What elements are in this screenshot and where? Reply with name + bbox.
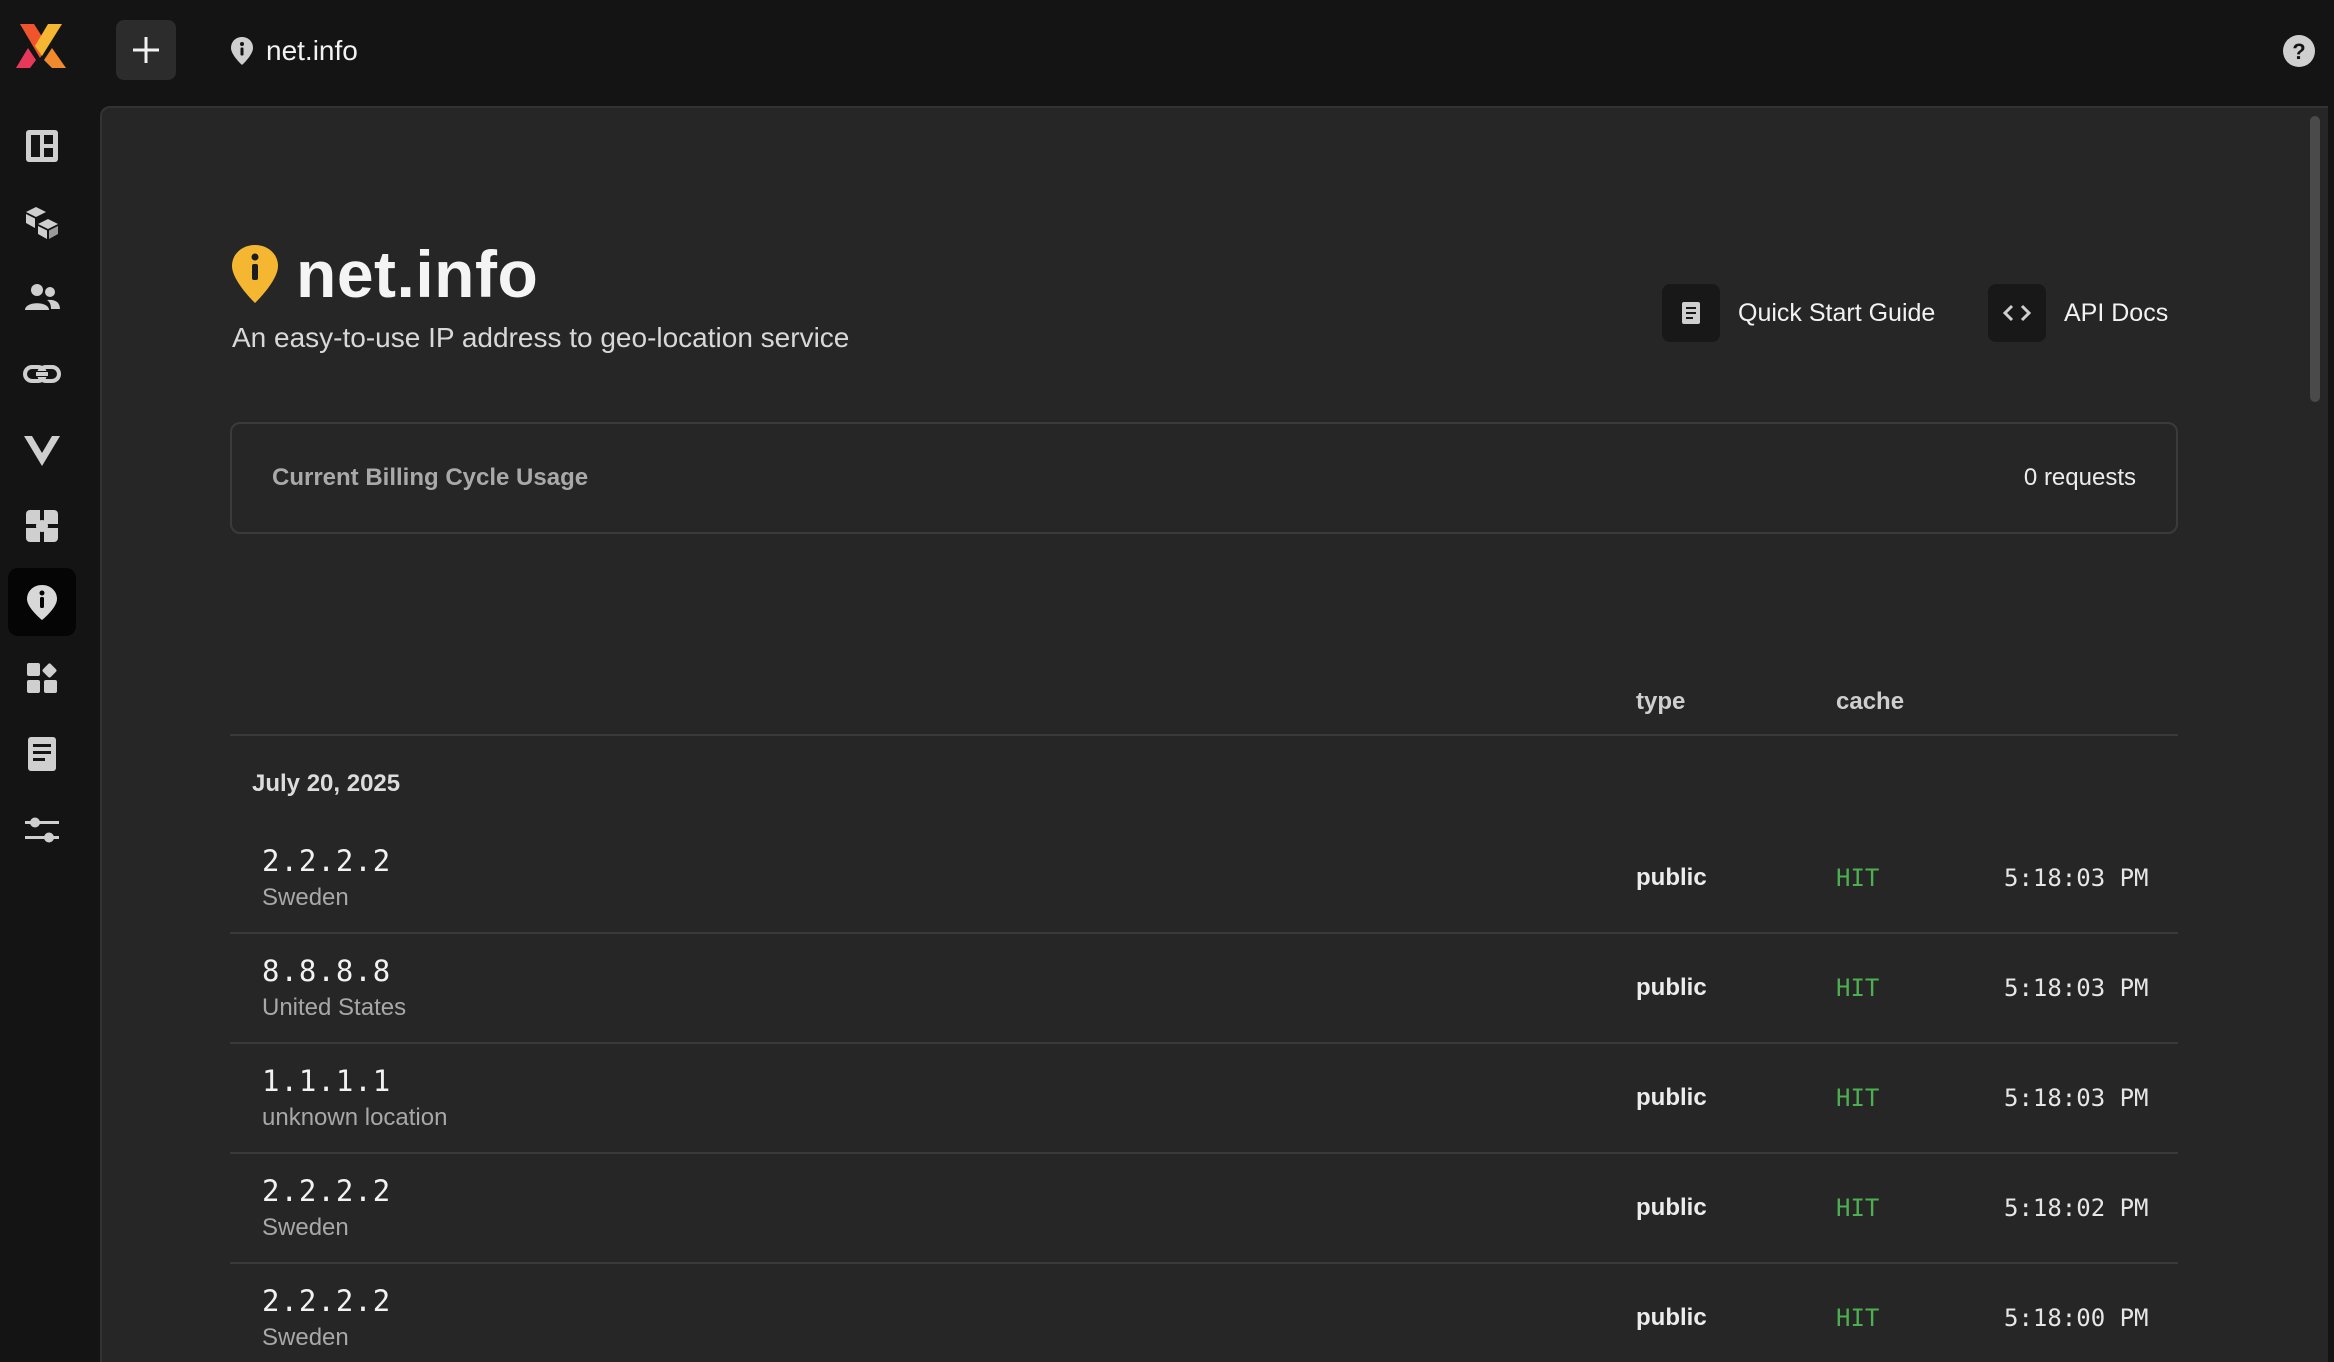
- document-icon: [28, 737, 56, 771]
- plus-icon: [133, 37, 159, 63]
- api-docs-button[interactable]: API Docs: [1988, 284, 2168, 342]
- column-header-type[interactable]: type: [1636, 688, 1685, 716]
- sidebar: [0, 100, 100, 1362]
- ip-address: 2.2.2.2: [262, 1284, 392, 1318]
- vue-icon: [24, 436, 60, 466]
- ip-location: Sweden: [262, 1324, 349, 1351]
- request-time: 5:18:03 PM: [2004, 974, 2149, 1002]
- api-docs-label: API Docs: [2064, 298, 2169, 327]
- ip-location: unknown location: [262, 1104, 448, 1131]
- svg-text:?: ?: [2292, 39, 2305, 64]
- request-type: public: [1636, 1304, 1707, 1331]
- request-type: public: [1636, 1084, 1707, 1111]
- ip-location: Sweden: [262, 884, 349, 911]
- link-icon: [23, 365, 61, 383]
- usage-card: Current Billing Cycle Usage 0 requests: [230, 422, 2178, 534]
- top-bar: net.info ?: [0, 0, 2334, 100]
- table-row[interactable]: 8.8.8.8 United States public HIT 5:18:03…: [230, 934, 2178, 1044]
- table-row[interactable]: 2.2.2.2 Sweden public HIT 5:18:00 PM: [230, 1264, 2178, 1362]
- app-logo[interactable]: [14, 22, 68, 70]
- puzzle-icon: [26, 510, 58, 542]
- code-icon: [1988, 284, 2046, 342]
- info-pin-icon: [27, 585, 57, 620]
- table-row[interactable]: 2.2.2.2 Sweden public HIT 5:18:03 PM: [230, 824, 2178, 934]
- request-time: 5:18:02 PM: [2004, 1194, 2149, 1222]
- dashboard-icon: [26, 130, 58, 162]
- date-group-header: July 20, 2025: [252, 770, 401, 797]
- apps-icon: [27, 663, 57, 693]
- page-header: net.info: [230, 236, 538, 312]
- sidebar-item-vue[interactable]: [8, 416, 76, 484]
- sidebar-item-netinfo[interactable]: [8, 568, 76, 636]
- usage-label: Current Billing Cycle Usage: [272, 464, 589, 491]
- sidebar-item-links[interactable]: [8, 340, 76, 408]
- table-row[interactable]: 2.2.2.2 Sweden public HIT 5:18:02 PM: [230, 1154, 2178, 1264]
- document-icon: [1662, 284, 1720, 342]
- sidebar-item-settings[interactable]: [8, 796, 76, 864]
- cache-status: HIT: [1836, 974, 1880, 1002]
- request-type: public: [1636, 1194, 1707, 1221]
- cache-status: HIT: [1836, 864, 1880, 892]
- ip-address: 2.2.2.2: [262, 844, 392, 878]
- request-time: 5:18:00 PM: [2004, 1304, 2149, 1332]
- table-header: type cache: [230, 678, 2178, 736]
- sliders-icon: [25, 817, 59, 843]
- new-button[interactable]: [116, 20, 176, 80]
- cache-status: HIT: [1836, 1084, 1880, 1112]
- ip-address: 2.2.2.2: [262, 1174, 392, 1208]
- scrollbar[interactable]: [2310, 116, 2320, 402]
- breadcrumb-label: net.info: [266, 35, 358, 66]
- main-panel: net.info An easy-to-use IP address to ge…: [100, 106, 2328, 1362]
- sidebar-item-extensions[interactable]: [8, 492, 76, 560]
- breadcrumb[interactable]: net.info: [230, 28, 358, 74]
- request-type: public: [1636, 974, 1707, 1001]
- info-pin-icon: [231, 37, 253, 65]
- ip-location: Sweden: [262, 1214, 349, 1241]
- quick-start-guide-label: Quick Start Guide: [1738, 298, 1936, 327]
- ip-address: 1.1.1.1: [262, 1064, 392, 1098]
- request-type: public: [1636, 864, 1707, 891]
- users-icon: [25, 284, 60, 310]
- help-button[interactable]: ?: [2276, 28, 2322, 74]
- usage-value: 0 requests: [2023, 464, 2136, 491]
- sidebar-item-users[interactable]: [8, 264, 76, 332]
- cache-status: HIT: [1836, 1304, 1880, 1332]
- sidebar-item-docs[interactable]: [8, 720, 76, 788]
- help-icon: ?: [2283, 35, 2315, 67]
- quick-start-guide-button[interactable]: Quick Start Guide: [1662, 284, 1935, 342]
- table-row[interactable]: 1.1.1.1 unknown location public HIT 5:18…: [230, 1044, 2178, 1154]
- request-time: 5:18:03 PM: [2004, 1084, 2149, 1112]
- sidebar-item-dashboard[interactable]: [8, 112, 76, 180]
- sidebar-item-apps[interactable]: [8, 644, 76, 712]
- page-subtitle: An easy-to-use IP address to geo-locatio…: [232, 322, 850, 353]
- info-pin-icon: [232, 245, 278, 303]
- ip-address: 8.8.8.8: [262, 954, 392, 988]
- boxes-icon: [26, 207, 58, 239]
- column-header-cache[interactable]: cache: [1836, 688, 1904, 716]
- sidebar-item-boxes[interactable]: [8, 188, 76, 256]
- ip-location: United States: [262, 994, 407, 1021]
- request-time: 5:18:03 PM: [2004, 864, 2149, 892]
- page-title: net.info: [296, 237, 539, 311]
- cache-status: HIT: [1836, 1194, 1880, 1222]
